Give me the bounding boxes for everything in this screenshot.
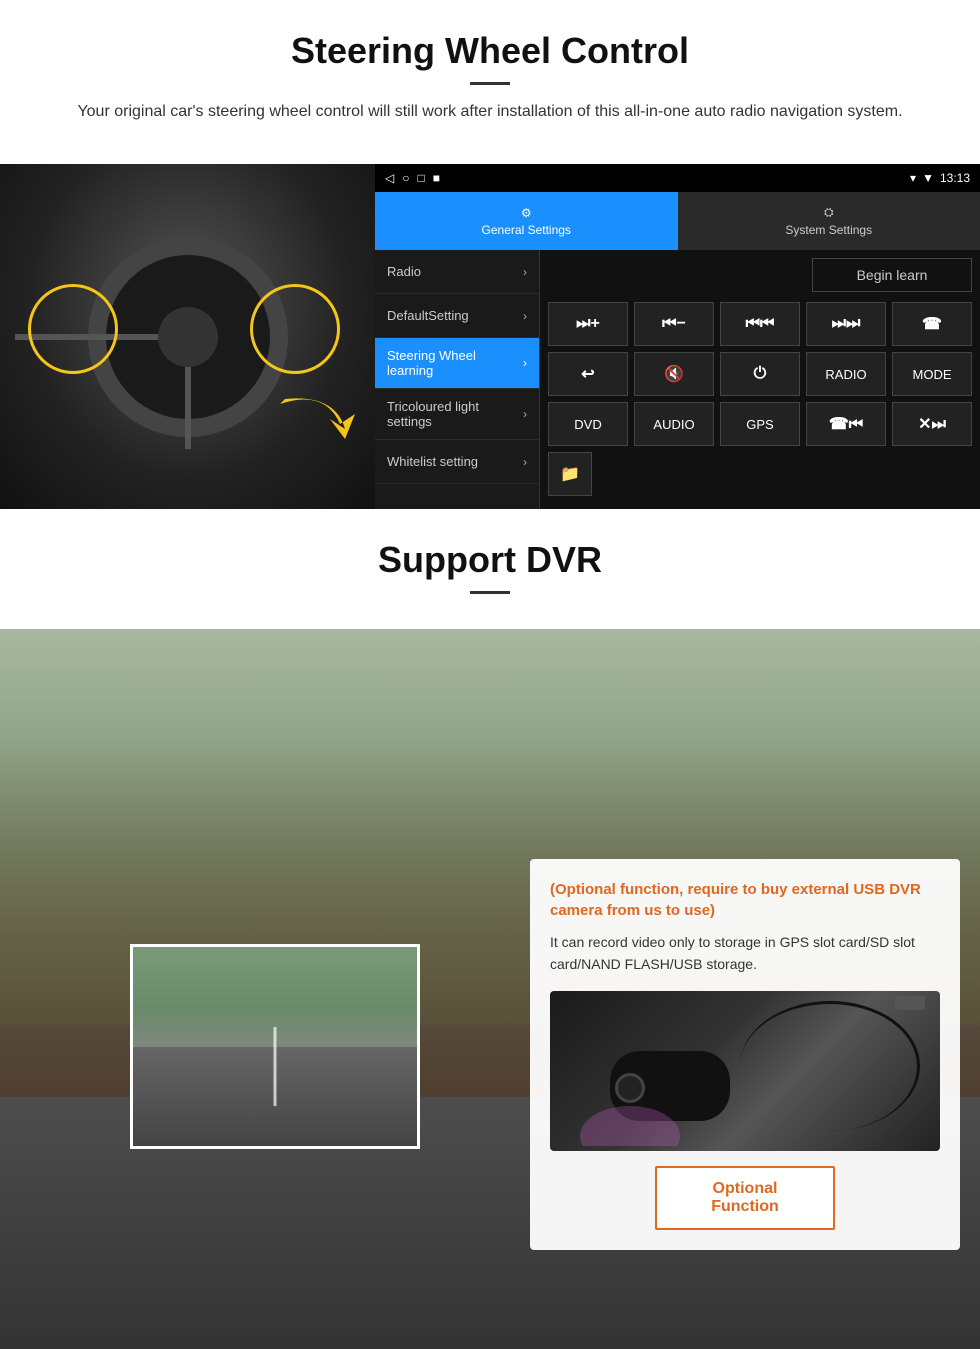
section-divider <box>470 82 510 85</box>
wheel-center <box>158 307 218 367</box>
ctrl-back[interactable]: ↩ <box>548 352 628 396</box>
dvr-divider <box>470 591 510 594</box>
nav-back-icon[interactable]: ◁ <box>385 171 394 185</box>
dvr-content-area: (Optional function, require to buy exter… <box>0 629 980 1349</box>
menu-steering-label: Steering Wheel learning <box>387 348 523 378</box>
menu-whitelist-label: Whitelist setting <box>387 454 478 469</box>
menu-tricoloured-label: Tricoloured light settings <box>387 399 523 429</box>
gear-icon: ⚙ <box>521 206 532 220</box>
chevron-right-icon: › <box>523 407 527 421</box>
ctrl-row-3: DVD AUDIO GPS ☎⏮ ✕⏭ <box>548 402 972 446</box>
menu-item-whitelist[interactable]: Whitelist setting › <box>375 440 539 484</box>
steering-description: Your original car's steering wheel contr… <box>60 100 920 124</box>
chevron-right-icon: › <box>523 455 527 469</box>
ctrl-gps[interactable]: GPS <box>720 402 800 446</box>
begin-learn-button[interactable]: Begin learn <box>812 258 972 292</box>
status-bar-nav: ◁ ○ □ ■ <box>385 171 440 185</box>
chevron-right-icon: › <box>523 356 527 370</box>
ctrl-row-1: ⏭+ ⏮− ⏮⏮ ⏭⏭ ☎ <box>548 302 972 346</box>
ctrl-vol-down[interactable]: ⏮− <box>634 302 714 346</box>
menu-item-radio[interactable]: Radio › <box>375 250 539 294</box>
steering-content-area: ◁ ○ □ ■ ▾ ▼ 13:13 ⚙ General Settings ⛭ S… <box>0 164 980 509</box>
usb-cable <box>740 1001 920 1131</box>
ctrl-audio[interactable]: AUDIO <box>634 402 714 446</box>
settings-tabs: ⚙ General Settings ⛭ System Settings <box>375 192 980 250</box>
tab-general-settings[interactable]: ⚙ General Settings <box>375 192 678 250</box>
nav-menu-icon[interactable]: ■ <box>433 171 440 185</box>
dvr-description: It can record video only to storage in G… <box>550 931 940 976</box>
menu-item-defaultsetting[interactable]: DefaultSetting › <box>375 294 539 338</box>
status-bar: ◁ ○ □ ■ ▾ ▼ 13:13 <box>375 164 980 192</box>
ctrl-phone[interactable]: ☎ <box>892 302 972 346</box>
ctrl-next-track[interactable]: ⏭⏭ <box>806 302 886 346</box>
nav-home-icon[interactable]: ○ <box>402 171 409 185</box>
optional-function-button[interactable]: Optional Function <box>655 1166 835 1230</box>
dvr-camera-image <box>550 991 940 1151</box>
highlight-right <box>250 284 340 374</box>
clock: 13:13 <box>940 171 970 185</box>
steering-section: Steering Wheel Control Your original car… <box>0 0 980 164</box>
system-icon: ⛭ <box>824 205 834 220</box>
ctrl-mode[interactable]: MODE <box>892 352 972 396</box>
chevron-right-icon: › <box>523 309 527 323</box>
steering-wheel-sim <box>0 164 375 509</box>
dvr-optional-note: (Optional function, require to buy exter… <box>550 879 940 921</box>
settings-menu-list: Radio › DefaultSetting › Steering Wheel … <box>375 250 540 509</box>
ctrl-power[interactable]: ⏻ <box>720 352 800 396</box>
menu-item-tricoloured[interactable]: Tricoloured light settings › <box>375 389 539 440</box>
ctrl-vol-up[interactable]: ⏭+ <box>548 302 628 346</box>
menu-radio-label: Radio <box>387 264 421 279</box>
menu-default-label: DefaultSetting <box>387 308 469 323</box>
dvr-info-box: (Optional function, require to buy exter… <box>530 859 960 1250</box>
dvr-screenshot-thumbnail <box>130 944 420 1149</box>
tab-general-label: General Settings <box>482 223 571 237</box>
steering-wheel-photo <box>0 164 375 509</box>
tab-system-settings[interactable]: ⛭ System Settings <box>678 192 980 250</box>
steering-title: Steering Wheel Control <box>40 30 940 72</box>
ctrl-skip-next[interactable]: ✕⏭ <box>892 402 972 446</box>
camera-light-effect <box>580 1086 680 1146</box>
usb-plug <box>895 996 925 1010</box>
ctrl-radio[interactable]: RADIO <box>806 352 886 396</box>
ctrl-row-2: ↩ 🔇 ⏻ RADIO MODE <box>548 352 972 396</box>
screenshot-lane-line <box>274 1027 277 1107</box>
tab-system-label: System Settings <box>785 223 872 237</box>
ctrl-prev-track[interactable]: ⏮⏮ <box>720 302 800 346</box>
status-bar-right: ▾ ▼ 13:13 <box>910 171 970 185</box>
ctrl-phone-prev[interactable]: ☎⏮ <box>806 402 886 446</box>
android-panel: ◁ ○ □ ■ ▾ ▼ 13:13 ⚙ General Settings ⛭ S… <box>375 164 980 509</box>
menu-item-steering-learning[interactable]: Steering Wheel learning › <box>375 338 539 389</box>
ctrl-row-4: 📁 <box>548 452 972 496</box>
dvr-section: Support DVR (Optional function, require … <box>0 509 980 1349</box>
controls-panel: Begin learn ⏭+ ⏮− ⏮⏮ ⏭⏭ ☎ ↩ 🔇 ⏻ RADIO MO… <box>540 250 980 509</box>
menu-controls-area: Radio › DefaultSetting › Steering Wheel … <box>375 250 980 509</box>
begin-learn-row: Begin learn <box>548 258 972 292</box>
yellow-arrow-icon <box>275 389 355 449</box>
ctrl-folder[interactable]: 📁 <box>548 452 592 496</box>
signal-icon: ▼ <box>922 171 934 185</box>
wifi-icon: ▾ <box>910 171 916 185</box>
highlight-left <box>28 284 118 374</box>
ctrl-dvd[interactable]: DVD <box>548 402 628 446</box>
dvr-header: Support DVR <box>0 509 980 629</box>
dvr-title: Support DVR <box>40 539 940 581</box>
chevron-right-icon: › <box>523 265 527 279</box>
ctrl-mute[interactable]: 🔇 <box>634 352 714 396</box>
nav-recent-icon[interactable]: □ <box>417 171 424 185</box>
